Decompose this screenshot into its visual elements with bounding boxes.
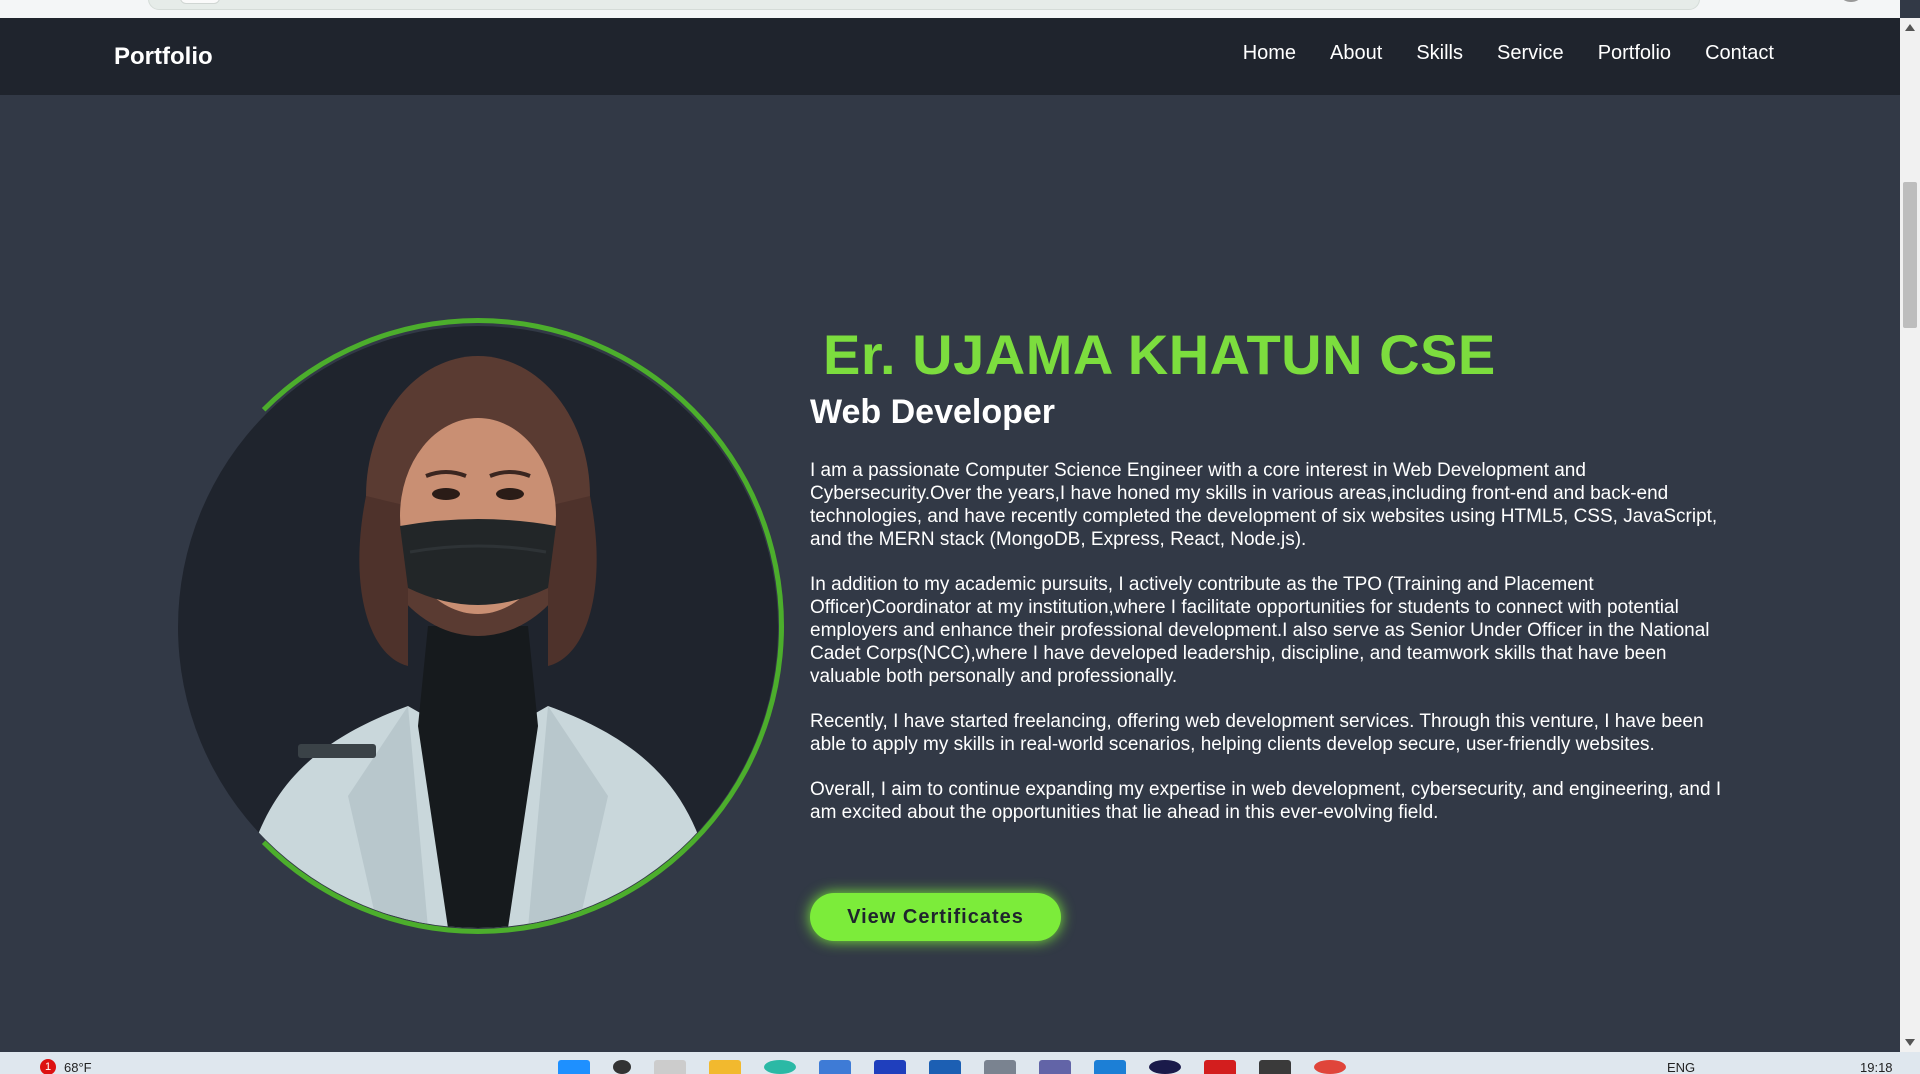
- nav-link-about[interactable]: About: [1330, 42, 1382, 65]
- app-icon[interactable]: [1259, 1060, 1291, 1074]
- browser-top-strip: [0, 0, 1900, 18]
- start-icon[interactable]: [558, 1060, 590, 1074]
- teams-icon[interactable]: [1039, 1060, 1071, 1074]
- person-image: [238, 356, 718, 928]
- app-icon[interactable]: [874, 1060, 906, 1074]
- scroll-up-icon[interactable]: [1905, 24, 1915, 31]
- bio-paragraph: In addition to my academic pursuits, I a…: [810, 574, 1710, 687]
- hero-role: Web Developer: [810, 393, 1056, 431]
- hero-content: Er. UJAMA KHATUN CSE Web Developer I am …: [810, 322, 1730, 824]
- mail-icon[interactable]: [984, 1060, 1016, 1074]
- chrome-icon[interactable]: [1314, 1060, 1346, 1074]
- hero-name: Er. UJAMA KHATUN CSE: [823, 323, 1496, 386]
- file-icon[interactable]: [654, 1060, 686, 1074]
- nav-link-skills[interactable]: Skills: [1416, 42, 1463, 65]
- store-icon[interactable]: [819, 1060, 851, 1074]
- clock[interactable]: 19:18: [1860, 1060, 1893, 1074]
- system-tray-icons[interactable]: [1720, 1062, 1760, 1072]
- app-icon[interactable]: [1204, 1060, 1236, 1074]
- app-icon[interactable]: [1149, 1060, 1181, 1074]
- folder-icon[interactable]: [709, 1060, 741, 1074]
- page-scrollbar[interactable]: [1900, 18, 1920, 1052]
- nav-link-service[interactable]: Service: [1497, 42, 1564, 65]
- bio-paragraph: I am a passionate Computer Science Engin…: [810, 460, 1718, 550]
- bio-paragraph: Recently, I have started freelancing, of…: [810, 711, 1704, 755]
- windows-taskbar: 1 68°F ENG 19:18: [0, 1052, 1920, 1074]
- nav-link-home[interactable]: Home: [1243, 42, 1296, 65]
- nav-link-contact[interactable]: Contact: [1705, 42, 1774, 65]
- nav-link-portfolio[interactable]: Portfolio: [1598, 42, 1671, 65]
- view-certificates-button[interactable]: View Certificates: [810, 893, 1061, 941]
- address-bar[interactable]: [148, 0, 1700, 10]
- taskbar-icons: [558, 1060, 1346, 1074]
- address-bar-chip[interactable]: [180, 0, 220, 4]
- site-logo[interactable]: Portfolio: [114, 43, 213, 71]
- profile-photo: [172, 318, 784, 934]
- vscode-icon[interactable]: [1094, 1060, 1126, 1074]
- navbar: Portfolio Home About Skills Service Port…: [0, 18, 1900, 95]
- app-icon[interactable]: [929, 1060, 961, 1074]
- weather-badge[interactable]: 1: [40, 1059, 56, 1074]
- bio-paragraph: Overall, I aim to continue expanding my …: [810, 779, 1722, 823]
- language-indicator[interactable]: ENG: [1667, 1060, 1695, 1074]
- search-icon[interactable]: [613, 1060, 631, 1074]
- scrollbar-thumb[interactable]: [1903, 182, 1917, 328]
- browser-menu-icon[interactable]: [1842, 0, 1860, 2]
- nav-links: Home About Skills Service Portfolio Cont…: [1243, 42, 1774, 65]
- photo-circle: [178, 326, 778, 928]
- weather-temperature[interactable]: 68°F: [64, 1060, 92, 1074]
- edge-icon[interactable]: [764, 1060, 796, 1074]
- scroll-down-icon[interactable]: [1905, 1039, 1915, 1046]
